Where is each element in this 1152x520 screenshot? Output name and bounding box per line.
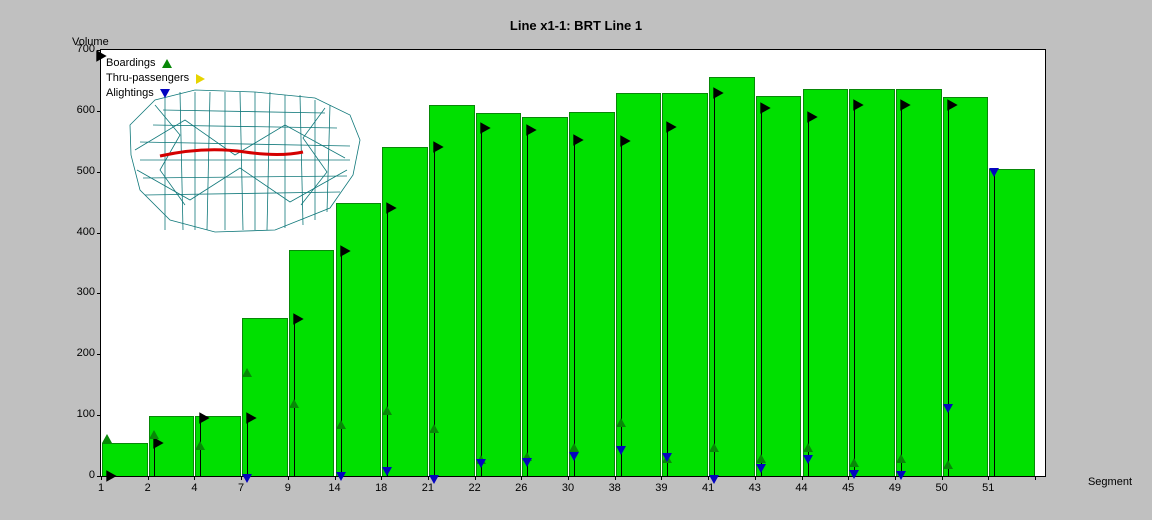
- boardings-marker: [382, 406, 392, 415]
- thru-marker: [714, 88, 723, 98]
- bar: [662, 93, 708, 476]
- alightings-marker: [522, 458, 532, 467]
- boardings-marker: [336, 420, 346, 429]
- marker-stem: [387, 208, 388, 476]
- marker-stem: [761, 108, 762, 476]
- alightings-marker: [943, 404, 953, 413]
- boardings-marker: [803, 443, 813, 452]
- boardings-marker: [616, 418, 626, 427]
- thru-marker: [667, 122, 676, 132]
- marker-stem: [247, 418, 248, 476]
- thru-marker: [808, 112, 817, 122]
- thru-marker: [294, 314, 303, 324]
- marker-stem: [481, 128, 482, 476]
- bar: [756, 96, 802, 476]
- bar: [382, 147, 428, 476]
- marker-stem: [294, 319, 295, 476]
- marker-stem: [574, 140, 575, 476]
- boardings-marker: [429, 424, 439, 433]
- boardings-marker: [102, 434, 112, 443]
- alightings-marker: [849, 470, 859, 479]
- bar: [522, 117, 568, 476]
- triangle-right-icon: [196, 74, 205, 84]
- boardings-marker: [849, 458, 859, 467]
- boardings-marker: [149, 430, 159, 439]
- boardings-marker: [896, 454, 906, 463]
- alightings-marker: [662, 453, 672, 462]
- thru-marker: [341, 246, 350, 256]
- alightings-marker: [616, 446, 626, 455]
- thru-marker: [434, 142, 443, 152]
- alightings-marker: [569, 452, 579, 461]
- marker-stem: [667, 127, 668, 476]
- alightings-marker: [336, 472, 346, 481]
- alightings-marker: [989, 168, 999, 177]
- marker-stem: [341, 251, 342, 476]
- legend-item-boardings: Boardings: [106, 56, 207, 71]
- marker-stem: [808, 117, 809, 476]
- legend-label: Boardings: [106, 56, 156, 71]
- marker-stem: [948, 105, 949, 476]
- marker-stem: [854, 105, 855, 476]
- alightings-marker: [756, 464, 766, 473]
- alightings-marker: [382, 467, 392, 476]
- bar: [989, 169, 1035, 476]
- x-axis-label: Segment: [1088, 476, 1132, 488]
- marker-stem: [714, 93, 715, 476]
- thru-marker: [481, 123, 490, 133]
- thru-marker: [574, 135, 583, 145]
- thru-marker: [854, 100, 863, 110]
- alightings-marker: [709, 475, 719, 484]
- boardings-marker: [289, 399, 299, 408]
- thru-marker: [621, 136, 630, 146]
- bar: [896, 89, 942, 476]
- bar: [849, 89, 895, 476]
- thru-marker: [247, 413, 256, 423]
- thru-marker: [761, 103, 770, 113]
- bar: [429, 105, 475, 476]
- boardings-marker: [195, 441, 205, 450]
- inset-map: [125, 80, 365, 240]
- bar: [803, 89, 849, 476]
- triangle-down-icon: [160, 89, 170, 98]
- marker-stem: [901, 105, 902, 476]
- thru-marker: [948, 100, 957, 110]
- thru-marker: [107, 471, 116, 481]
- alightings-marker: [896, 471, 906, 480]
- thru-marker: [387, 203, 396, 213]
- boardings-marker: [242, 368, 252, 377]
- marker-stem: [994, 169, 995, 476]
- bar: [943, 97, 989, 476]
- thru-marker: [901, 100, 910, 110]
- bar: [242, 318, 288, 476]
- triangle-up-icon: [162, 59, 172, 68]
- boardings-marker: [943, 460, 953, 469]
- alightings-marker: [476, 459, 486, 468]
- bar: [289, 250, 335, 476]
- bar: [709, 77, 755, 476]
- boardings-marker: [709, 443, 719, 452]
- thru-marker: [200, 413, 209, 423]
- bar: [569, 112, 615, 476]
- boardings-marker: [569, 443, 579, 452]
- thru-marker: [527, 125, 536, 135]
- marker-stem: [527, 130, 528, 476]
- bar: [476, 113, 522, 476]
- chart-title: Line x1-1: BRT Line 1: [0, 18, 1152, 33]
- boardings-marker: [756, 454, 766, 463]
- alightings-marker: [242, 474, 252, 483]
- alightings-marker: [803, 455, 813, 464]
- alightings-marker: [429, 475, 439, 484]
